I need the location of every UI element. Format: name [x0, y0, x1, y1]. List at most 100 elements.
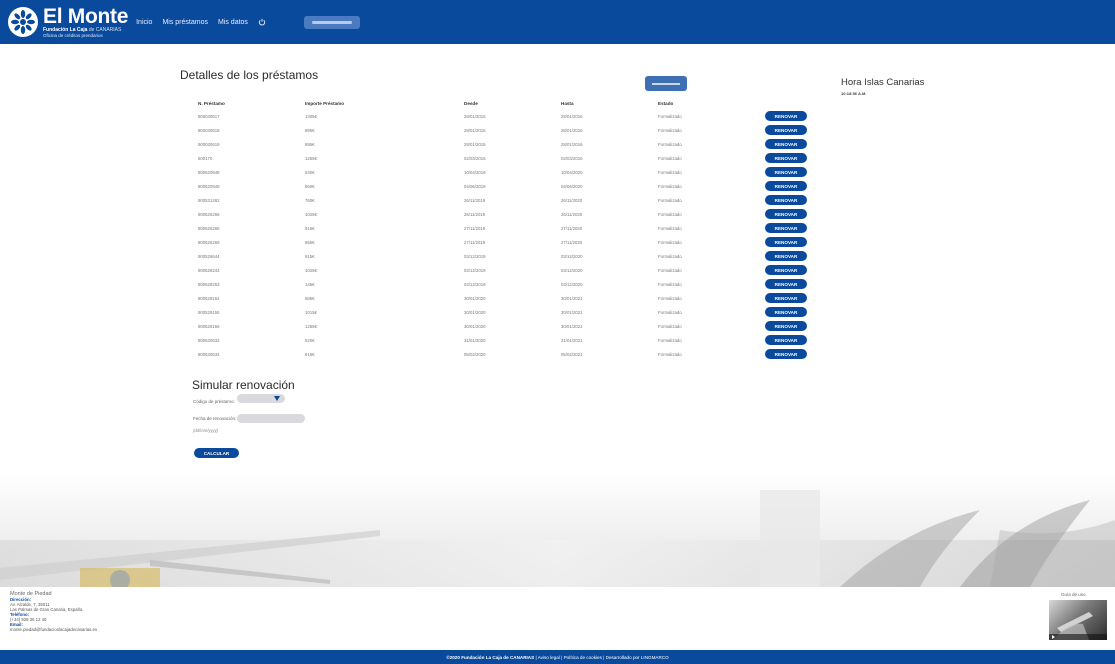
- cell-from: 26/11/2019: [464, 211, 486, 217]
- cell-from: 30/01/2020: [464, 309, 486, 315]
- cell-to: 31/01/2021: [561, 337, 583, 343]
- brand-tagline: Oficina de créditos prendarios: [43, 32, 103, 38]
- cell-amount: 1305€: [305, 113, 317, 119]
- page: El Monte Fundación La Caja de CANARIAS O…: [0, 0, 1115, 664]
- cell-from: 30/01/2020: [464, 323, 486, 329]
- cell-loan-number: 900520948: [198, 169, 220, 175]
- renew-button[interactable]: RENOVAR: [765, 349, 807, 359]
- loans-table: N. Préstamo Importe Préstamo Desde Hasta…: [198, 97, 818, 361]
- logout-power-icon[interactable]: [258, 18, 266, 26]
- table-row: 900030619 895€ 28/01/2015 28/01/2016 Formali…: [198, 137, 818, 151]
- cell-loan-number: 900530632: [198, 337, 220, 343]
- cell-from: 03/12/2019: [464, 253, 486, 259]
- table-row: 900530634 615€ 05/02/2020 05/02/2021 Formali…: [198, 347, 818, 361]
- top-action-button[interactable]: [645, 76, 687, 91]
- renew-button[interactable]: RENOVAR: [765, 195, 807, 205]
- table-row: 900528244 1025€ 03/12/2019 03/12/2020 Formal…: [198, 263, 818, 277]
- nav-mis-datos[interactable]: Mis datos: [218, 19, 248, 26]
- renew-button[interactable]: RENOVAR: [765, 153, 807, 163]
- cell-from: 27/11/2019: [464, 225, 486, 231]
- cell-status: Formalizado: [658, 113, 682, 119]
- cell-amount: 855€: [305, 239, 315, 245]
- table-row: 900526266 1025€ 26/11/2019 26/11/2020 Formal…: [198, 207, 818, 221]
- renew-button[interactable]: RENOVAR: [765, 335, 807, 345]
- renew-button[interactable]: RENOVAR: [765, 251, 807, 261]
- table-row: 900521282 760€ 26/11/2019 26/11/2020 Formali…: [198, 193, 818, 207]
- renew-button[interactable]: RENOVAR: [765, 139, 807, 149]
- renew-button[interactable]: RENOVAR: [765, 111, 807, 121]
- cell-loan-number: 900030619: [198, 141, 220, 147]
- cell-status: Formalizado: [658, 211, 682, 217]
- table-row: 900529154 685€ 30/01/2020 30/01/2021 Formali…: [198, 291, 818, 305]
- renew-button[interactable]: RENOVAR: [765, 125, 807, 135]
- column-header-loan-number: N. Préstamo: [198, 100, 225, 106]
- renew-button[interactable]: RENOVAR: [765, 265, 807, 275]
- renewal-date-label: Fecha de renovación:: [193, 416, 237, 421]
- cell-status: Formalizado: [658, 239, 682, 245]
- cell-from: 10/04/2019: [464, 169, 486, 175]
- loan-code-label: Código de préstamo:: [193, 399, 235, 404]
- nav-inicio[interactable]: Inicio: [136, 19, 152, 26]
- cell-amount: 760€: [305, 197, 315, 203]
- renew-button[interactable]: RENOVAR: [765, 181, 807, 191]
- renew-button[interactable]: RENOVAR: [765, 321, 807, 331]
- cell-from: 04/06/2019: [464, 183, 486, 189]
- table-row: 900529156 1265€ 30/01/2020 30/01/2021 Formal…: [198, 319, 818, 333]
- renew-button[interactable]: RENOVAR: [765, 237, 807, 247]
- nav-mis-prestamos[interactable]: Mis préstamos: [162, 19, 208, 26]
- table-row: 900529155 1015€ 30/01/2020 30/01/2021 Formal…: [198, 305, 818, 319]
- table-row: 900520949 560€ 04/06/2019 04/06/2020 Formali…: [198, 179, 818, 193]
- renew-button[interactable]: RENOVAR: [765, 293, 807, 303]
- table-row: 900530632 520€ 31/01/2020 31/01/2021 Formali…: [198, 333, 818, 347]
- dropdown-arrow-icon: [273, 395, 280, 401]
- renew-button[interactable]: RENOVAR: [765, 307, 807, 317]
- column-header-amount: Importe Préstamo: [305, 100, 345, 106]
- user-guide-label: Guía de uso: [1061, 592, 1086, 597]
- cell-amount: 1255€: [305, 155, 317, 161]
- renew-button[interactable]: RENOVAR: [765, 167, 807, 177]
- cell-loan-number: 900528244: [198, 267, 220, 273]
- clock-title: Hora Islas Canarias: [841, 77, 925, 88]
- cell-loan-number: 900030618: [198, 127, 220, 133]
- table-row: 900520948 540€ 10/04/2019 10/04/2020 Formali…: [198, 165, 818, 179]
- footer-email[interactable]: monte.piedad@fundacionlacajadecanarias.e…: [10, 627, 97, 632]
- cell-to: 28/01/2016: [561, 127, 583, 133]
- footer-links[interactable]: | Aviso legal | Política de cookies | De…: [535, 655, 668, 660]
- cell-status: Formalizado: [658, 225, 682, 231]
- logo[interactable]: El Monte Fundación La Caja de CANARIAS O…: [8, 6, 128, 39]
- renew-button[interactable]: RENOVAR: [765, 209, 807, 219]
- renew-button[interactable]: RENOVAR: [765, 223, 807, 233]
- column-header-status: Estado: [658, 100, 674, 106]
- cell-from: 28/01/2015: [464, 141, 486, 147]
- table-row: 900030617 1305€ 28/01/2015 28/01/2016 Formal…: [198, 109, 818, 123]
- cell-amount: 1025€: [305, 267, 317, 273]
- cell-loan-number: 900529155: [198, 309, 220, 315]
- cell-to: 30/01/2021: [561, 323, 583, 329]
- cell-loan-number: 900520949: [198, 183, 220, 189]
- cell-to: 27/11/2020: [561, 225, 583, 231]
- cell-loan-number: 900526269: [198, 239, 220, 245]
- cell-to: 03/12/2020: [561, 281, 583, 287]
- top-navigation-bar: El Monte Fundación La Caja de CANARIAS O…: [0, 0, 1115, 44]
- table-row: 900030618 895€ 28/01/2015 28/01/2016 Formali…: [198, 123, 818, 137]
- cell-amount: 1015€: [305, 309, 317, 315]
- renew-button[interactable]: RENOVAR: [765, 279, 807, 289]
- footer-bar: ©2020 Fundación La Caja de CANARIAS | Av…: [0, 650, 1115, 664]
- calculate-button[interactable]: CALCULAR: [194, 448, 239, 458]
- cell-amount: 895€: [305, 141, 315, 147]
- loan-code-select[interactable]: [236, 393, 285, 403]
- cell-to: 28/01/2016: [561, 141, 583, 147]
- clock-time: 10:18:56 A.M.: [841, 91, 867, 96]
- cell-loan-number: 900030617: [198, 113, 220, 119]
- renewal-date-input[interactable]: [237, 414, 306, 423]
- cell-to: 28/01/2016: [561, 113, 583, 119]
- cell-loan-number: 900529156: [198, 323, 220, 329]
- cell-loan-number: 900526266: [198, 211, 220, 217]
- cell-status: Formalizado: [658, 337, 682, 343]
- cell-to: 03/12/2020: [561, 267, 583, 273]
- cell-amount: 540€: [305, 169, 315, 175]
- cell-to: 26/11/2020: [561, 197, 583, 203]
- user-guide-video-thumbnail[interactable]: [1049, 600, 1107, 640]
- cell-amount: 615€: [305, 351, 315, 357]
- user-name-chip[interactable]: [303, 15, 360, 29]
